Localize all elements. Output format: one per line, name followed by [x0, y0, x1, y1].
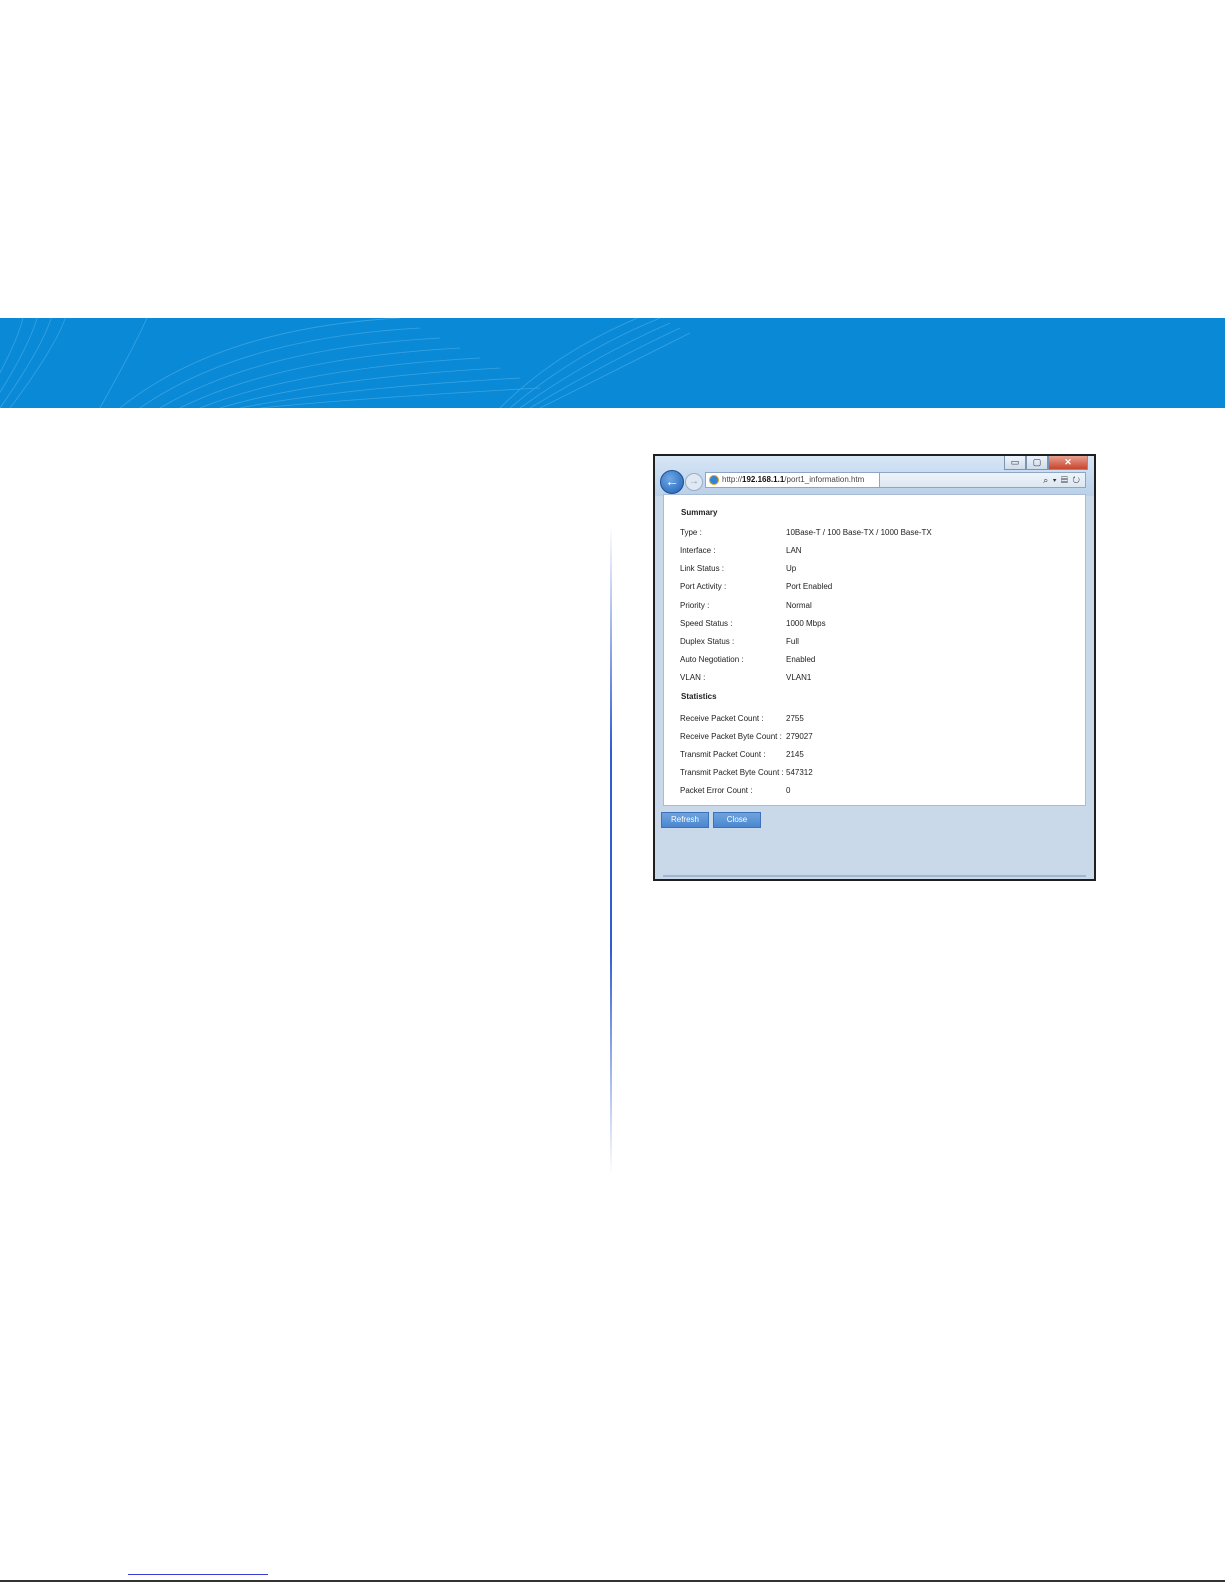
footer-rule	[0, 1580, 1225, 1582]
column-divider	[610, 525, 612, 1175]
statistics-row-value: 2755	[786, 714, 804, 723]
summary-row-label: Type :	[680, 528, 702, 537]
ie-icon	[709, 475, 719, 485]
summary-row-label: VLAN :	[680, 673, 706, 682]
summary-row-value: 10Base-T / 100 Base-TX / 1000 Base-TX	[786, 528, 932, 537]
footer-link-underline	[128, 1574, 268, 1575]
statistics-row-value: 279027	[786, 732, 813, 741]
summary-row-value: Enabled	[786, 655, 816, 664]
summary-row-value: Normal	[786, 601, 812, 610]
refresh-button[interactable]: Refresh	[661, 812, 709, 828]
statistics-row-label: Transmit Packet Byte Count :	[680, 768, 784, 777]
address-bar-tools: ⌕ ▾ ▤ ↻	[880, 472, 1086, 488]
summary-row-value: VLAN1	[786, 673, 812, 682]
statistics-row-label: Transmit Packet Count :	[680, 750, 766, 759]
url-scheme: http://	[722, 475, 743, 484]
maximize-button[interactable]: ▢	[1026, 456, 1048, 470]
window-controls: ▭ ▢ ✕	[1004, 456, 1088, 470]
statistics-row-value: 0	[786, 786, 791, 795]
url-path: /port1_information.htm	[784, 475, 865, 484]
url-host: 192.168.1.1	[742, 475, 785, 484]
statistics-row-label: Packet Error Count :	[680, 786, 753, 795]
minimize-button[interactable]: ▭	[1004, 456, 1026, 470]
forward-arrow-icon[interactable]: →	[685, 473, 703, 491]
browser-chrome: ▭ ▢ ✕ ← → http://192.168.1.1/port1_infor…	[655, 456, 1094, 496]
summary-row-label: Port Activity :	[680, 582, 727, 591]
statistics-row-value: 2145	[786, 750, 804, 759]
statistics-title: Statistics	[681, 692, 717, 701]
back-arrow-icon[interactable]: ←	[660, 470, 684, 494]
statistics-row-label: Receive Packet Count :	[680, 714, 764, 723]
window-bottom-edge	[663, 875, 1086, 877]
summary-row-value: Port Enabled	[786, 582, 833, 591]
close-window-button[interactable]: ✕	[1048, 456, 1088, 470]
summary-row-value: 1000 Mbps	[786, 619, 826, 628]
statistics-row-value: 547312	[786, 768, 813, 777]
close-button[interactable]: Close	[713, 812, 761, 828]
summary-row-label: Link Status :	[680, 564, 725, 573]
summary-row-label: Speed Status :	[680, 619, 733, 628]
summary-row-label: Interface :	[680, 546, 716, 555]
summary-row-label: Duplex Status :	[680, 637, 735, 646]
statistics-row-label: Receive Packet Byte Count :	[680, 732, 782, 741]
summary-row-label: Priority :	[680, 601, 710, 610]
summary-row-label: Auto Negotiation :	[680, 655, 744, 664]
port-info-panel: Summary Type : 10Base-T / 100 Base-TX / …	[663, 494, 1086, 806]
address-bar[interactable]: http://192.168.1.1/port1_information.htm	[705, 472, 880, 488]
header-banner	[0, 318, 1225, 408]
summary-row-value: LAN	[786, 546, 802, 555]
summary-row-value: Up	[786, 564, 797, 573]
port-information-window: ▭ ▢ ✕ ← → http://192.168.1.1/port1_infor…	[653, 454, 1096, 881]
summary-row-value: Full	[786, 637, 799, 646]
search-icon[interactable]: ⌕ ▾ ▤ ↻	[1043, 473, 1081, 487]
summary-title: Summary	[681, 508, 718, 517]
banner-wave-pattern	[0, 318, 691, 408]
